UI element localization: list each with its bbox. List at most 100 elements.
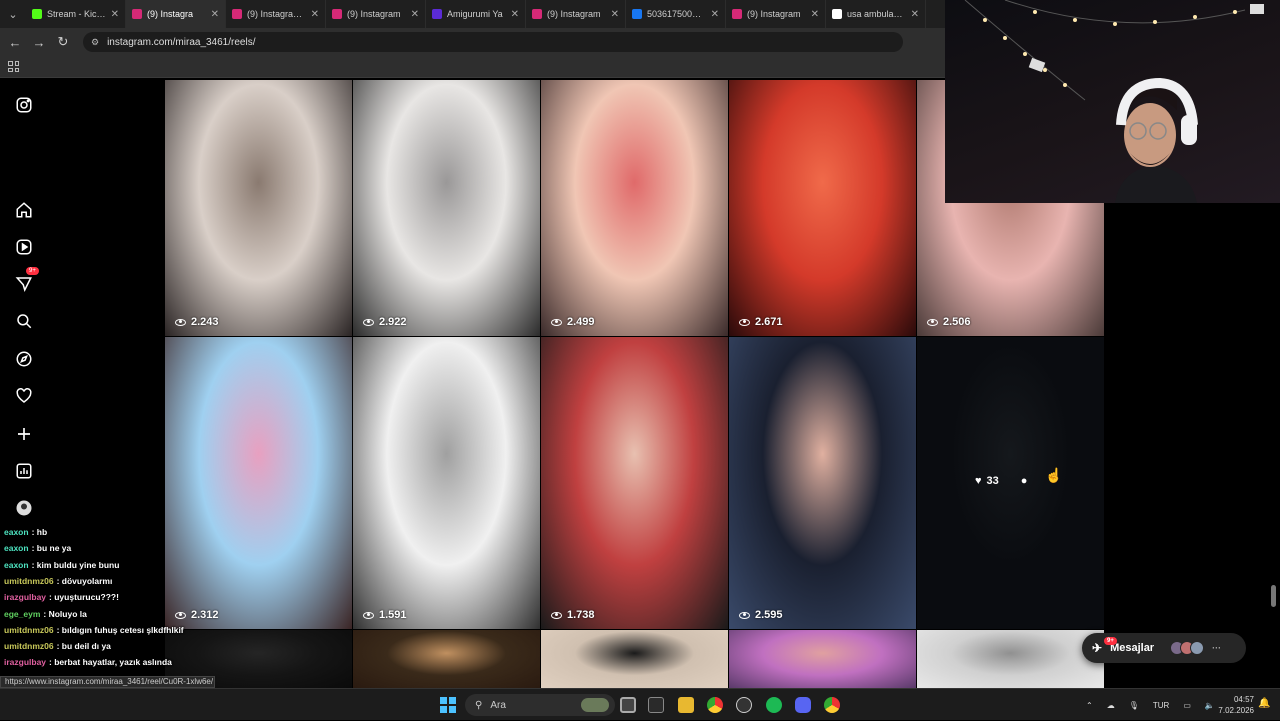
chat-message: umitdnmz06: dövuyolarmı [4, 576, 112, 586]
discord-icon[interactable] [795, 697, 811, 713]
tab-title: Amigurumi Ya [447, 9, 503, 19]
file-explorer-icon[interactable] [678, 697, 694, 713]
chat-message: irazgulbay: berbat hayatlar, yazık aslın… [4, 657, 172, 667]
reel-thumbnail[interactable]: ♥ 33 ● ☝ [917, 337, 1104, 629]
view-count-value: 2.499 [567, 316, 595, 328]
messages-badge: 9+ [1104, 637, 1117, 645]
browser-tab[interactable]: (9) Instagram - ✕ [226, 0, 326, 28]
view-count: 2.595 [739, 609, 783, 621]
search-icon[interactable] [14, 311, 34, 331]
messages-label: Mesajlar [1110, 642, 1155, 654]
heart-icon[interactable] [14, 386, 34, 406]
spotify-icon[interactable] [766, 697, 782, 713]
browser-tab[interactable]: Amigurumi Ya ✕ [426, 0, 526, 28]
chat-text: : berbat hayatlar, yazık aslında [49, 657, 172, 668]
taskbar-clock[interactable]: 04:57 7.02.2026 [1212, 694, 1254, 716]
reels-icon[interactable] [14, 237, 34, 257]
browser-tab[interactable]: 503617500_17 ✕ [626, 0, 726, 28]
chat-message: umitdnmz06: bu deil dı ya [4, 641, 111, 651]
reel-thumbnail[interactable] [917, 630, 1104, 688]
microphone-icon[interactable]: 🎙 [1129, 701, 1139, 710]
clock-date: 7.02.2026 [1218, 706, 1254, 715]
tab-close-icon[interactable]: ✕ [511, 9, 519, 20]
bookmarks-bar [0, 56, 945, 78]
onedrive-icon[interactable]: ☁ [1107, 701, 1115, 710]
language-indicator[interactable]: TUR [1153, 701, 1169, 710]
messages-button[interactable]: ✈ 9+ Mesajlar ··· [1082, 633, 1246, 663]
tab-search-icon[interactable]: ⌄ [0, 0, 26, 28]
view-count-value: 2.595 [755, 609, 783, 621]
tab-favicon-icon [132, 9, 142, 19]
home-icon[interactable] [14, 200, 34, 220]
tab-close-icon[interactable]: ✕ [111, 9, 119, 20]
tab-close-icon[interactable]: ✕ [911, 9, 919, 20]
eye-icon [551, 318, 562, 326]
chat-message: eaxon: hb [4, 527, 47, 537]
page-scrollbar[interactable] [1271, 585, 1276, 607]
tab-close-icon[interactable]: ✕ [811, 9, 819, 20]
forward-icon[interactable]: → [27, 28, 51, 56]
reel-thumbnail[interactable]: 2.671 [729, 80, 916, 336]
eye-icon [175, 318, 186, 326]
windows-start-icon[interactable] [440, 697, 456, 713]
steam-icon[interactable] [736, 697, 752, 713]
reel-thumbnail[interactable] [353, 630, 540, 688]
chrome-icon[interactable] [707, 697, 723, 713]
network-icon[interactable]: ▭ [1183, 701, 1191, 710]
chat-text: : hb [31, 527, 48, 537]
search-placeholder: Ara [490, 699, 506, 711]
streamer-figure [1115, 77, 1198, 203]
eye-icon [551, 611, 562, 619]
reel-thumbnail[interactable]: 2.499 [541, 80, 728, 336]
task-view-icon[interactable] [620, 697, 636, 713]
store-icon[interactable] [648, 697, 664, 713]
browser-tab[interactable]: (9) Instagra ✕ [126, 0, 226, 28]
reel-thumbnail[interactable]: 1.738 [541, 337, 728, 629]
reel-thumbnail[interactable]: 2.243 [165, 80, 352, 336]
chrome-profile-icon[interactable] [824, 697, 840, 713]
site-info-icon[interactable]: ⚙ [91, 37, 99, 48]
tab-close-icon[interactable]: ✕ [711, 9, 719, 20]
notifications-icon[interactable]: 🔔 [1258, 698, 1270, 709]
explore-icon[interactable] [14, 349, 34, 369]
reload-icon[interactable]: ↻ [51, 28, 75, 56]
tab-close-icon[interactable]: ✕ [411, 9, 419, 20]
reel-thumbnail[interactable]: 2.922 [353, 80, 540, 336]
instagram-icon[interactable] [14, 95, 34, 115]
comment-icon: ● [1020, 475, 1028, 487]
chat-username: irazgulbay [4, 592, 47, 603]
tab-close-icon[interactable]: ✕ [211, 9, 219, 20]
view-count: 2.506 [927, 316, 971, 328]
eye-icon [927, 318, 938, 326]
reel-thumbnail[interactable]: 1.591 [353, 337, 540, 629]
browser-tab[interactable]: (9) Instagram ✕ [526, 0, 626, 28]
browser-tab[interactable]: (9) Instagram ✕ [726, 0, 826, 28]
dashboard-icon[interactable] [14, 461, 34, 481]
browser-tab[interactable]: (9) Instagram ✕ [326, 0, 426, 28]
browser-tab[interactable]: usa ambulance ✕ [826, 0, 926, 28]
url-text: instagram.com/miraa_3461/reels/ [107, 36, 256, 48]
tab-close-icon[interactable]: ✕ [611, 9, 619, 20]
create-icon[interactable] [14, 424, 34, 444]
chat-username: eaxon [4, 527, 29, 537]
tab-close-icon[interactable]: ✕ [311, 9, 319, 20]
chat-text: : kim buldu yine bunu [31, 559, 120, 570]
chat-username: ege_eym [4, 608, 41, 619]
profile-icon[interactable] [14, 498, 34, 518]
view-count-value: 2.671 [755, 316, 783, 328]
back-icon[interactable]: ← [3, 28, 27, 56]
reel-thumbnail[interactable] [541, 630, 728, 688]
webcam-overlay [945, 0, 1280, 203]
apps-grid-icon[interactable] [8, 61, 19, 72]
reel-thumbnail[interactable] [729, 630, 916, 688]
search-highlight-icon[interactable] [581, 698, 609, 712]
url-field[interactable]: ⚙ instagram.com/miraa_3461/reels/ [83, 32, 903, 52]
address-bar-row: ← → ↻ ⚙ instagram.com/miraa_3461/reels/ [0, 28, 945, 56]
tray-overflow-icon[interactable]: ⌃ [1086, 701, 1093, 710]
reel-thumbnail[interactable]: 2.595 [729, 337, 916, 629]
messages-icon[interactable]: 9+ [14, 267, 39, 294]
chat-username: eaxon [4, 543, 29, 554]
chat-text: : bıldıgın fuhuş cetesı şlkdfhlkif [56, 624, 184, 635]
browser-tab[interactable]: Stream - Kick D ✕ [26, 0, 126, 28]
chat-username: eaxon [4, 559, 29, 570]
